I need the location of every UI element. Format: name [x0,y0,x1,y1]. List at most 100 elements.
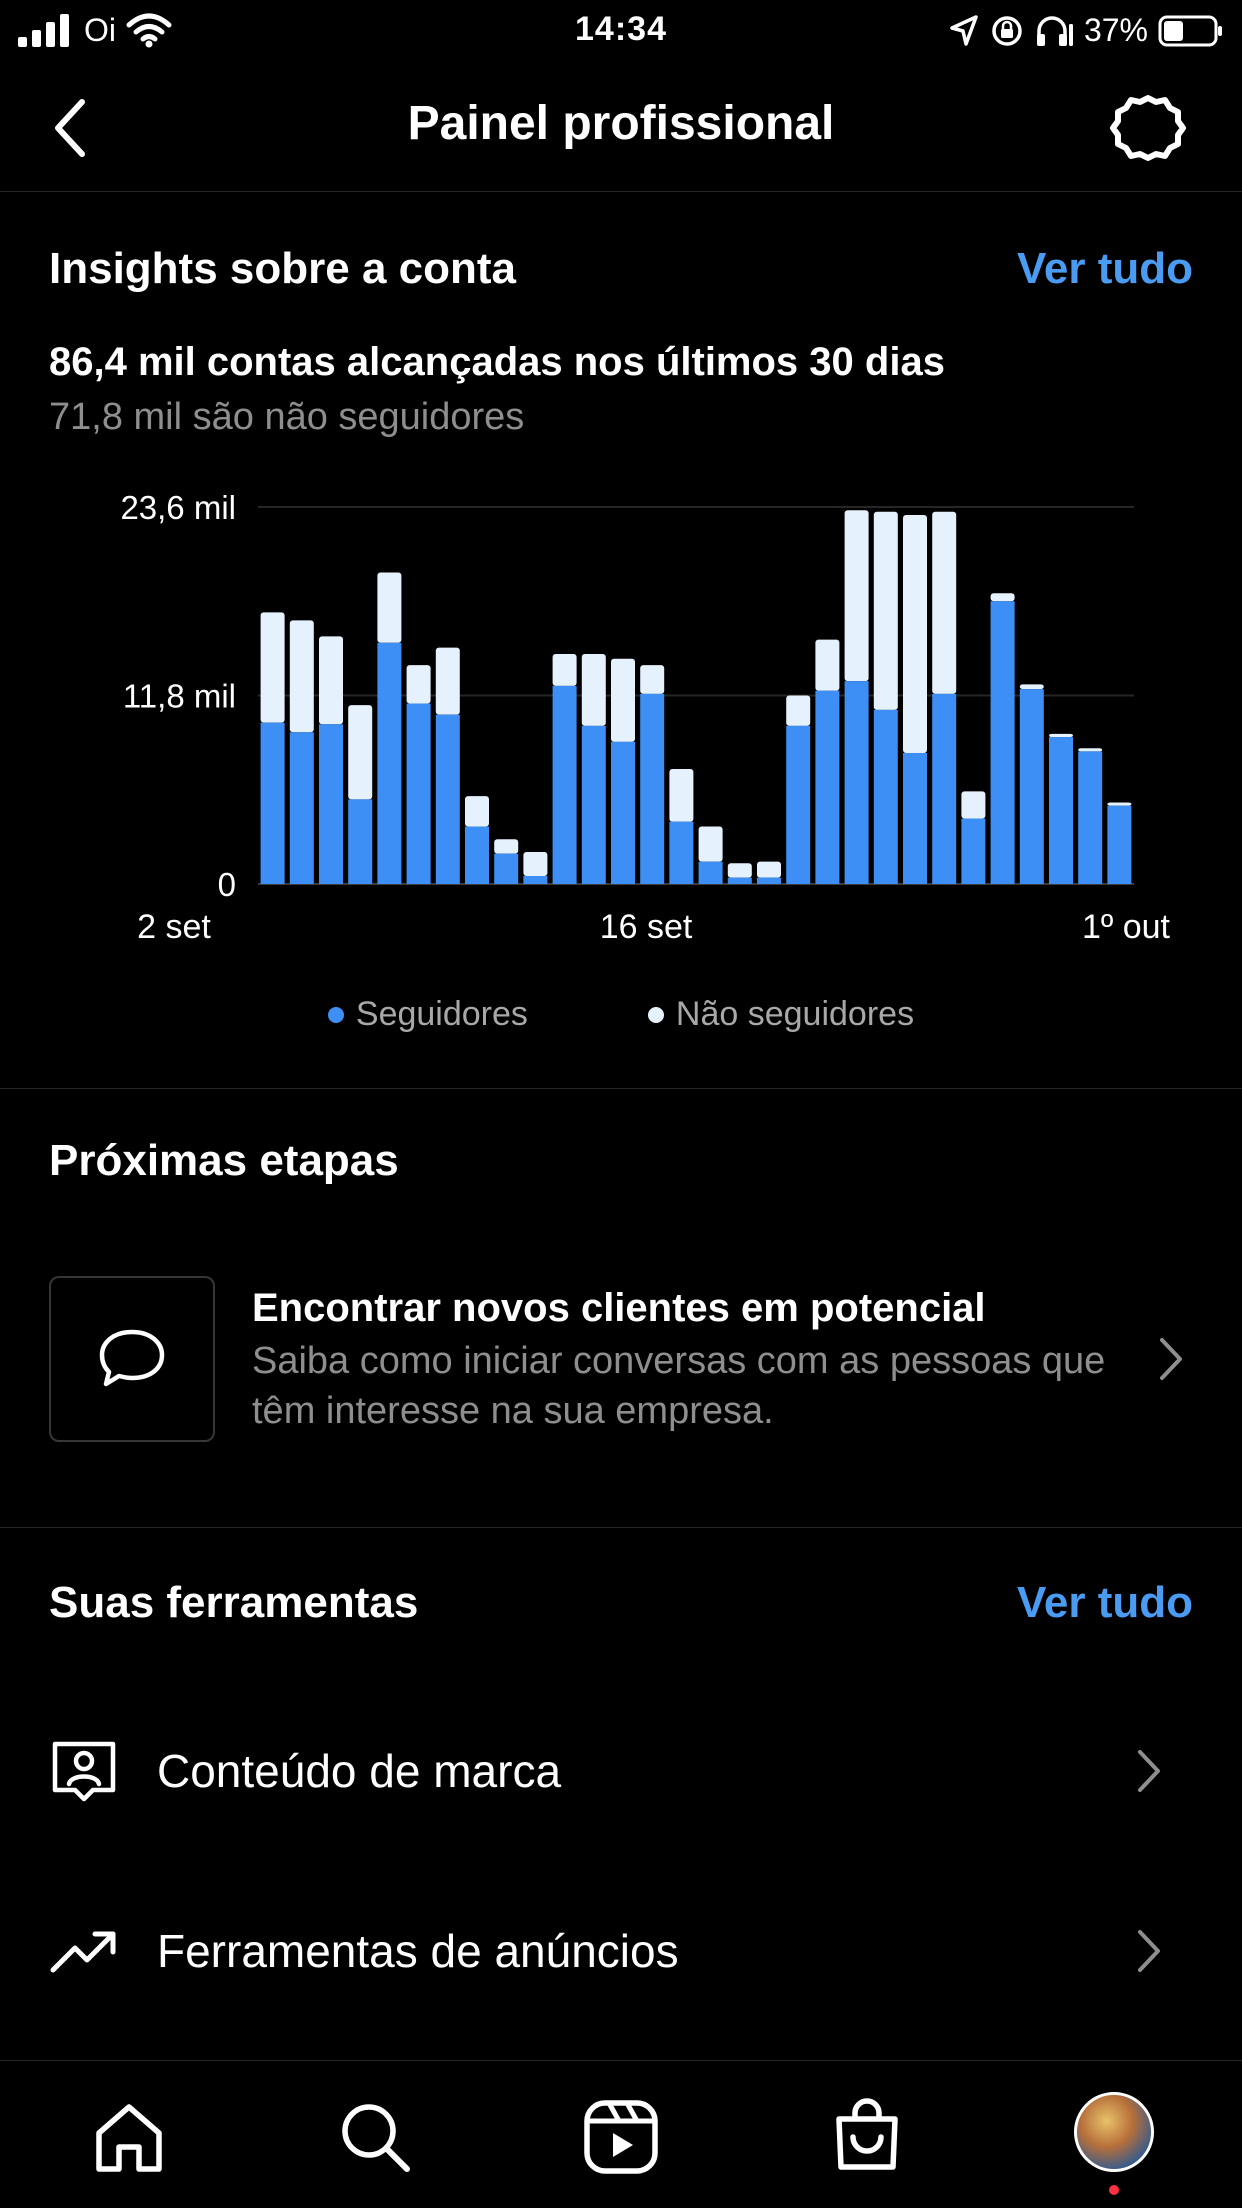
section-divider [0,1527,1242,1528]
battery-icon [1158,15,1222,46]
tools-title: Suas ferramentas [49,1578,419,1627]
home-icon[interactable] [89,2097,169,2177]
bar-non-followers [611,658,635,742]
insights-see-all-link[interactable]: Ver tudo [1017,244,1193,294]
professional-dashboard-screen: Oi 14:34 37% Painel profissional Insight… [0,0,1242,2208]
bar-followers [1049,737,1073,884]
location-arrow-icon [950,14,978,46]
bar-followers [494,853,519,884]
bar-followers [640,693,665,884]
chart-y-tick-label: 23,6 mil [120,489,236,526]
reach-summary: 86,4 mil contas alcançadas nos últimos 3… [49,340,945,384]
bar-non-followers [640,665,665,694]
next-steps-title: Próximas etapas [49,1136,399,1185]
bar-non-followers [406,665,431,704]
chart-y-tick-label: 0 [218,866,236,903]
legend-non-followers-swatch [647,1006,664,1023]
legend-non-followers-label: Não seguidores [675,995,915,1033]
bar-followers [406,703,431,884]
insights-title: Insights sobre a conta [49,244,516,293]
chart-y-tick-label: 11,8 mil [123,678,236,715]
bar-followers [786,725,811,884]
bar-followers [581,725,606,884]
bar-non-followers [873,511,898,710]
bar-non-followers [698,826,723,862]
bar-followers [377,642,402,884]
settings-gear-icon[interactable] [1108,88,1188,168]
bar-followers [990,601,1015,884]
bar-non-followers [1019,684,1044,690]
search-icon[interactable] [335,2097,415,2177]
bar-followers [319,724,343,884]
bar-non-followers [961,791,986,819]
chart-x-tick-label: 1º out [1082,908,1171,946]
legend-followers: Seguidores [327,995,528,1034]
bar-non-followers [786,695,811,726]
bar-non-followers [903,514,927,754]
tool-row-ad-tools[interactable]: Ferramentas de anúncios [0,1896,1242,2006]
chevron-right-icon [1138,1750,1160,1792]
bar-followers [523,876,548,884]
bar-followers [961,818,986,884]
bar-non-followers [932,511,957,694]
step-card-description: Saiba como iniciar conversas com as pess… [252,1340,1106,1432]
bar-followers [757,877,781,884]
bar-non-followers [1107,802,1132,806]
step-icon-box [49,1276,215,1442]
bar-non-followers [289,620,314,733]
bar-followers [611,741,635,884]
bar-non-followers [552,653,577,686]
reach-bar-chart[interactable]: 23,6 mil 11,8 mil 02 set 16 set 1º out [0,480,1242,960]
bar-followers [932,693,957,884]
trending-up-icon [50,1931,116,1973]
reels-icon[interactable] [581,2097,661,2177]
bar-followers [698,861,723,884]
status-bar: Oi 14:34 37% [0,0,1242,66]
bar-non-followers [494,839,519,854]
bar-non-followers [581,653,606,726]
bar-followers [289,732,314,884]
bar-followers [844,681,869,884]
bar-followers [727,877,752,884]
bar-followers [348,799,373,884]
bar-non-followers [727,863,752,878]
branded-content-icon [52,1741,116,1802]
bar-followers [435,714,460,884]
chart-x-tick-label: 2 set [137,908,211,946]
bar-followers [552,685,577,884]
bar-followers [1078,751,1103,884]
status-right: 37% [948,12,1224,49]
bar-followers [465,826,489,884]
chat-bubble-icon [99,1329,165,1387]
headphones-icon [1036,15,1073,46]
notification-dot [1109,2185,1119,2195]
chart-legend: Seguidores Não seguidores [0,995,1242,1034]
bar-non-followers [319,636,343,725]
step-card-title: Encontrar novos clientes em potencial [252,1286,986,1330]
bar-followers [815,690,840,884]
step-chevron-right-icon [1160,1338,1182,1380]
tools-see-all-link[interactable]: Ver tudo [1017,1578,1193,1628]
shop-icon[interactable] [827,2097,907,2177]
legend-followers-label: Seguidores [355,995,528,1033]
bar-followers [1107,805,1132,884]
bar-non-followers [757,861,781,878]
bar-non-followers [990,593,1015,602]
bar-non-followers [815,639,840,691]
bar-non-followers [260,612,285,723]
bar-non-followers [465,796,489,827]
bar-non-followers [348,705,373,800]
legend-non-followers: Não seguidores [647,995,915,1034]
bar-non-followers [1049,733,1073,738]
page-title: Painel profissional [407,97,835,150]
battery-percent: 37% [1083,12,1148,48]
bar-followers [873,709,898,884]
profile-avatar[interactable] [1074,2092,1154,2172]
tool-row-branded-content[interactable]: Conteúdo de marca [0,1716,1242,1826]
tool-label: Ferramentas de anúncios [157,1925,679,1977]
reach-non-followers: 71,8 mil são não seguidores [49,396,525,438]
section-divider [0,1088,1242,1089]
chart-x-tick-label: 16 set [600,908,693,946]
bar-non-followers [523,852,548,877]
bar-followers [669,821,694,884]
